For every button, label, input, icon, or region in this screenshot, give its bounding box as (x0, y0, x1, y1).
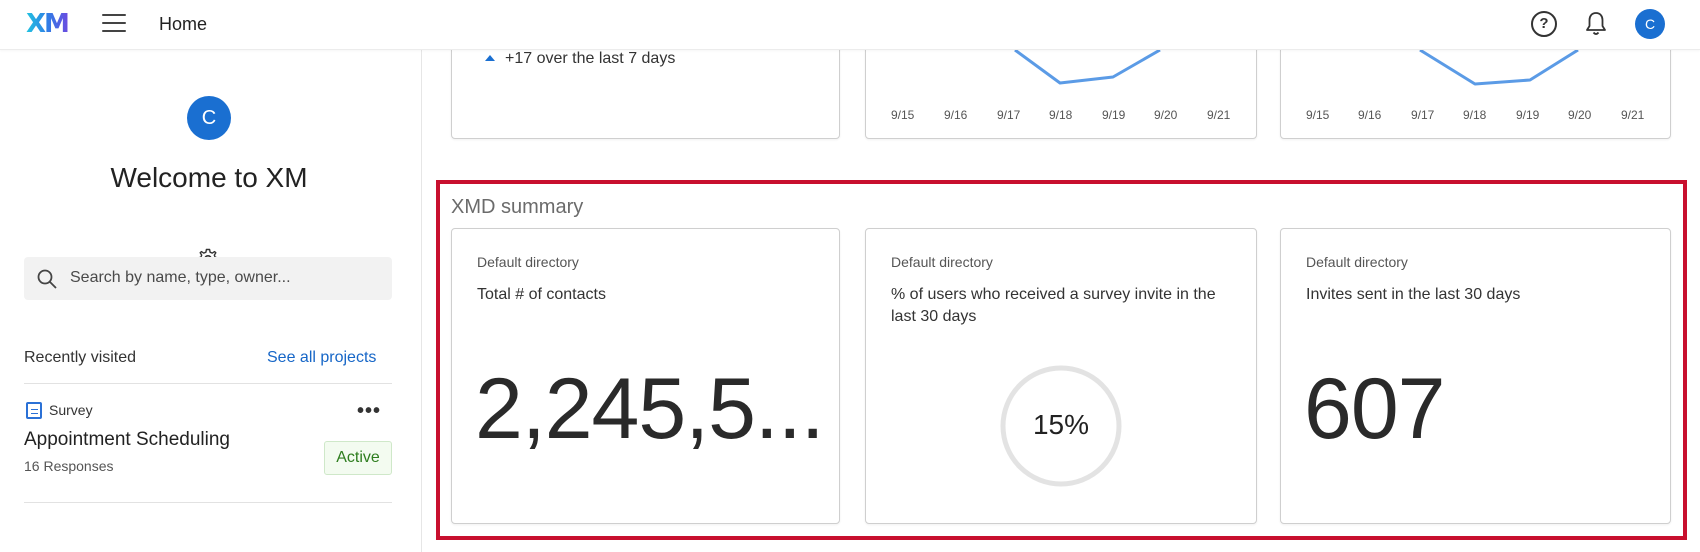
x-tick-label: 9/19 (1516, 108, 1540, 122)
trend-line-chart (1419, 50, 1579, 86)
page-title: Home (159, 14, 208, 34)
card-title: % of users who received a survey invite … (891, 286, 1216, 325)
trend-line-chart (1014, 50, 1161, 85)
x-tick-label: 9/18 (1049, 108, 1073, 122)
total-contacts-value: 2,245,5... (475, 361, 825, 457)
notification-bell-icon[interactable] (1584, 11, 1608, 37)
x-tick-label: 9/17 (1411, 108, 1435, 122)
hamburger-menu-icon[interactable] (102, 14, 126, 34)
x-tick-label: 9/17 (997, 108, 1021, 122)
x-tick-label: 9/16 (1358, 108, 1382, 122)
x-tick-label: 9/21 (1621, 108, 1645, 122)
profile-avatar[interactable]: C (187, 96, 231, 140)
x-tick-label: 9/16 (944, 108, 968, 122)
x-tick-label: 9/19 (1102, 108, 1126, 122)
trend-up-icon (485, 55, 495, 61)
project-name[interactable]: Appointment Scheduling (24, 429, 230, 451)
top-navigation-bar: XM Home ? C (0, 0, 1700, 50)
card-title: Invites sent in the last 30 days (1306, 286, 1521, 303)
card-subtitle: Default directory (1306, 254, 1408, 270)
card-subtitle: Default directory (891, 254, 993, 270)
help-icon[interactable]: ? (1531, 11, 1557, 37)
survey-icon (26, 402, 42, 419)
project-type: Survey (49, 402, 93, 418)
xm-logo[interactable]: XM (26, 9, 70, 39)
project-response-count: 16 Responses (24, 458, 114, 474)
trend-text: +17 over the last 7 days (505, 50, 676, 67)
percent-value: 15% (1032, 409, 1090, 440)
card-title: Total # of contacts (477, 286, 606, 303)
x-tick-label: 9/18 (1463, 108, 1487, 122)
search-icon (37, 269, 57, 289)
x-tick-label: 9/15 (891, 108, 915, 122)
divider (24, 383, 392, 384)
welcome-heading: Welcome to XM (110, 162, 308, 193)
x-tick-label: 9/20 (1568, 108, 1592, 122)
x-tick-label: 9/15 (1306, 108, 1330, 122)
xmd-summary-heading: XMD summary (451, 196, 584, 218)
x-tick-label: 9/20 (1154, 108, 1178, 122)
x-tick-label: 9/21 (1207, 108, 1231, 122)
see-all-projects-link[interactable]: See all projects (267, 349, 376, 367)
search-input[interactable]: Search by name, type, owner... (24, 257, 392, 300)
home-sidebar: C Welcome to XM Search by name, type, ow… (0, 50, 422, 552)
search-placeholder: Search by name, type, owner... (70, 269, 291, 286)
divider (24, 502, 392, 503)
user-avatar[interactable]: C (1635, 9, 1665, 39)
card-subtitle: Default directory (477, 254, 579, 270)
invites-sent-value: 607 (1304, 361, 1445, 457)
status-badge: Active (324, 441, 392, 475)
recently-visited-label: Recently visited (24, 349, 137, 366)
more-options-icon[interactable]: ••• (357, 400, 381, 423)
